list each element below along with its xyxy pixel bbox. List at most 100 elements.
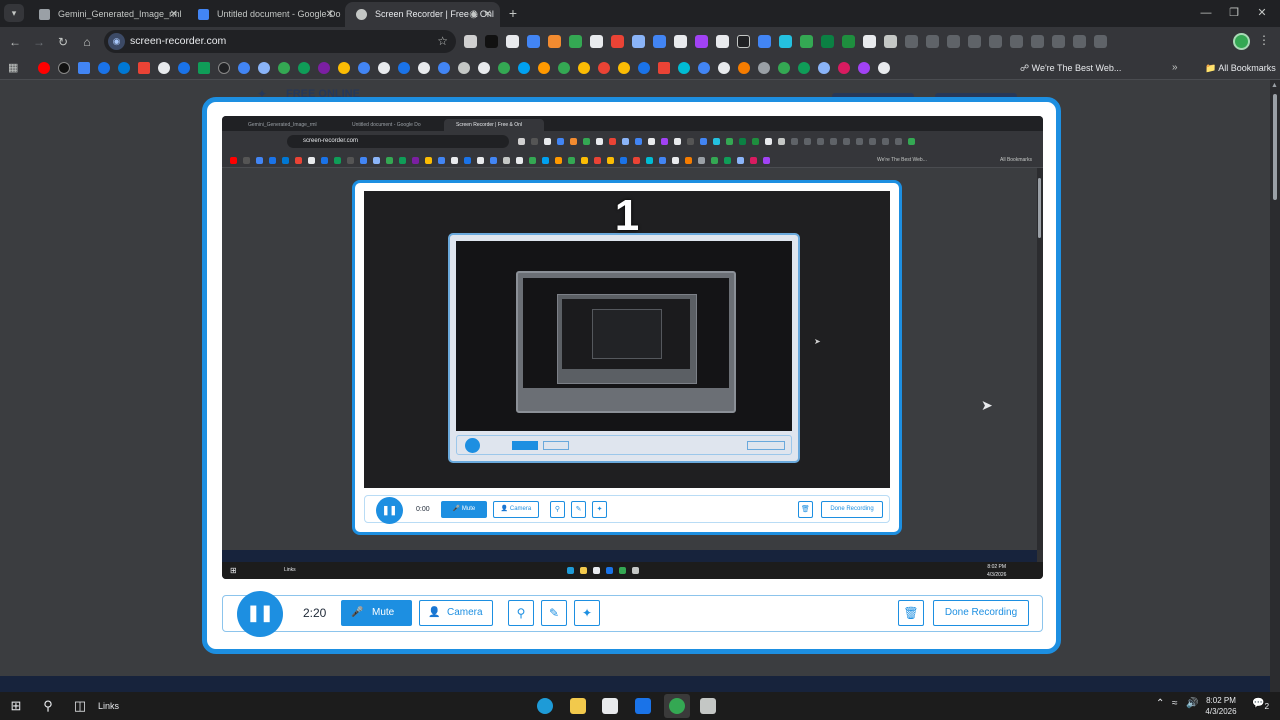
close-tab-icon[interactable]: ✕ <box>484 2 492 27</box>
tab-google-doc[interactable]: Untitled document - Google Do ✕ <box>187 2 342 27</box>
extension-icon[interactable] <box>674 35 687 48</box>
delete-recording-button[interactable]: 🗑 <box>898 600 924 626</box>
bookmark-icon[interactable] <box>738 62 750 74</box>
mute-button[interactable]: 🎤 Mute <box>341 600 412 626</box>
draw-button[interactable]: ✎ <box>541 600 567 626</box>
bookmark-icon[interactable] <box>218 62 230 74</box>
new-tab-button[interactable]: + <box>505 4 521 22</box>
store-icon[interactable] <box>602 698 618 714</box>
extension-icon[interactable] <box>527 35 540 48</box>
reload-icon[interactable]: ↻ <box>54 33 72 51</box>
bookmark-icon[interactable] <box>718 62 730 74</box>
extension-icon[interactable] <box>779 35 792 48</box>
extension-icon[interactable] <box>695 35 708 48</box>
scroll-thumb[interactable] <box>1273 94 1277 200</box>
bookmark-icon[interactable] <box>318 62 330 74</box>
extension-icon[interactable] <box>905 35 918 48</box>
chrome-menu-icon[interactable]: ⋮ <box>1258 33 1270 47</box>
close-tab-icon[interactable]: ✕ <box>326 2 334 27</box>
history-icon[interactable] <box>968 35 981 48</box>
home-icon[interactable]: ⌂ <box>78 33 96 51</box>
address-bar[interactable]: ◉ screen-recorder.com ☆ <box>104 30 456 53</box>
bookmark-icon[interactable] <box>258 62 270 74</box>
extension-icon[interactable] <box>716 35 729 48</box>
taskbar-clock[interactable]: 8:02 PM 4/3/2026 <box>1196 695 1246 717</box>
amazon-bookmark-icon[interactable] <box>538 62 550 74</box>
sheets-bookmark-icon[interactable] <box>198 62 210 74</box>
extension-icon[interactable] <box>758 35 771 48</box>
app-icon[interactable] <box>700 698 716 714</box>
bookmark-icon[interactable] <box>378 62 390 74</box>
extension-icon[interactable] <box>464 35 477 48</box>
code-icon[interactable] <box>1094 35 1107 48</box>
bookmark-icon[interactable] <box>638 62 650 74</box>
file-explorer-icon[interactable] <box>570 698 586 714</box>
notifications-icon[interactable]: 💬2 <box>1252 698 1269 711</box>
taskbar-links-toolbar[interactable]: Links <box>98 692 119 720</box>
extension-icon[interactable] <box>653 35 666 48</box>
gmail-bookmark-icon[interactable] <box>138 62 150 74</box>
pause-button[interactable]: ❚❚ <box>237 591 283 637</box>
bookmark-icon[interactable] <box>618 62 630 74</box>
extension-icon[interactable] <box>569 35 582 48</box>
bookmark-icon[interactable] <box>698 62 710 74</box>
minimize-icon[interactable]: — <box>1196 4 1216 22</box>
bing-bookmark-icon[interactable] <box>118 62 130 74</box>
tab-gemini-image[interactable]: Gemini_Generated_Image_rml ✕ <box>28 2 186 27</box>
bookmark-icon[interactable] <box>838 62 850 74</box>
close-tab-icon[interactable]: ✕ <box>170 2 178 27</box>
task-view-icon[interactable]: ◫ <box>72 698 88 714</box>
bookmark-icon[interactable] <box>758 62 770 74</box>
bookmark-icon[interactable] <box>778 62 790 74</box>
extension-icon[interactable] <box>821 35 834 48</box>
extension-icon[interactable] <box>611 35 624 48</box>
extension-icon[interactable] <box>590 35 603 48</box>
spotlight-button[interactable]: ✦ <box>574 600 600 626</box>
network-icon[interactable]: ≈ <box>1172 698 1178 709</box>
chrome-icon[interactable] <box>669 698 685 714</box>
bookmark-icon[interactable] <box>878 62 890 74</box>
star-icon[interactable] <box>947 35 960 48</box>
page-scrollbar[interactable]: ▲ <box>1270 80 1280 692</box>
bookmark-icon[interactable] <box>418 62 430 74</box>
bookmark-star-icon[interactable]: ☆ <box>437 30 448 53</box>
bookmark-icon[interactable] <box>278 62 290 74</box>
outlook-icon[interactable] <box>635 698 651 714</box>
bookmark-icon[interactable] <box>858 62 870 74</box>
bookmark-icon[interactable] <box>478 62 490 74</box>
extension-icon[interactable] <box>800 35 813 48</box>
mail-bookmark-icon[interactable] <box>98 62 110 74</box>
restore-icon[interactable]: ❐ <box>1224 4 1244 22</box>
bookmark-icon[interactable] <box>798 62 810 74</box>
done-recording-button[interactable]: Done Recording <box>933 600 1029 626</box>
extension-icon[interactable] <box>632 35 645 48</box>
bookmark-icon[interactable] <box>598 62 610 74</box>
tab-search-button[interactable]: ▾ <box>4 4 24 22</box>
google-bookmark-icon[interactable] <box>158 62 170 74</box>
bookmark-icon[interactable] <box>818 62 830 74</box>
docs-bookmark-icon[interactable] <box>78 62 90 74</box>
search-icon[interactable]: ⚲ <box>40 698 56 714</box>
bookmark-icon[interactable] <box>438 62 450 74</box>
bookmark-icon[interactable] <box>398 62 410 74</box>
download-icon[interactable] <box>989 35 1002 48</box>
close-window-icon[interactable]: ✕ <box>1252 4 1272 22</box>
side-panel-icon[interactable] <box>1073 35 1086 48</box>
apps-grid-icon[interactable]: ▦ <box>8 61 18 74</box>
extension-icon[interactable] <box>842 35 855 48</box>
all-bookmarks-button[interactable]: 📁 All Bookmarks <box>1205 57 1276 79</box>
more-bookmarks-button[interactable]: » <box>1172 57 1178 79</box>
bookmark-icon[interactable] <box>298 62 310 74</box>
bookmark-icon[interactable] <box>578 62 590 74</box>
extension-icon[interactable] <box>485 35 498 48</box>
bookmark-icon[interactable] <box>558 62 570 74</box>
edge-icon[interactable] <box>537 698 553 714</box>
bookmark-icon[interactable] <box>658 62 670 74</box>
bookmark-icon[interactable] <box>358 62 370 74</box>
bookmark-icon[interactable] <box>458 62 470 74</box>
bookmark-item[interactable]: ☍ We're The Best Web... <box>1020 57 1121 79</box>
youtube-bookmark-icon[interactable] <box>38 62 50 74</box>
windows-start-icon[interactable]: ⊞ <box>8 698 24 714</box>
tab-screen-recorder[interactable]: Screen Recorder | Free & Onl ◉ ✕ <box>345 2 500 27</box>
bookmark-icon[interactable] <box>338 62 350 74</box>
